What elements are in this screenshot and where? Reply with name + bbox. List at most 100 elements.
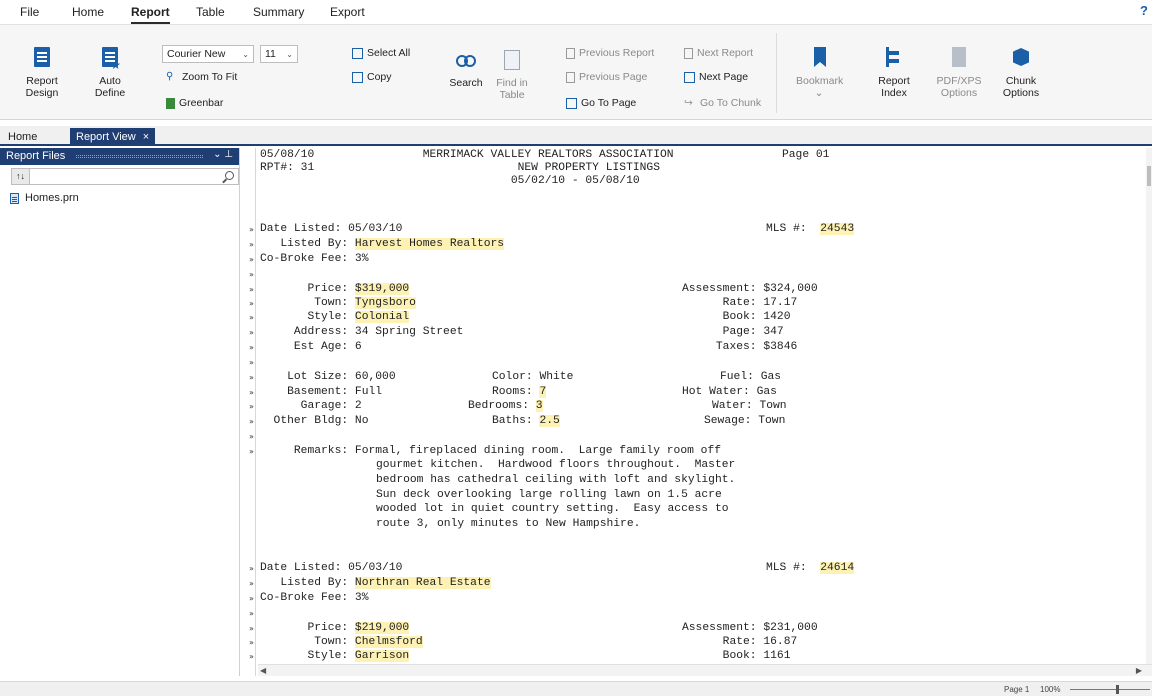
tab-report-view-label: Report View: [76, 131, 136, 143]
sort-button[interactable]: ↑↓: [12, 169, 30, 184]
co-broke-fee-value: 3%: [354, 592, 369, 604]
scroll-left-icon[interactable]: ◀: [260, 666, 266, 675]
report-design-label: Report Design: [25, 75, 59, 99]
listed-by-value: Northran Real Estate: [354, 577, 491, 589]
tab-report-view[interactable]: Report View ×: [70, 128, 156, 146]
price-value: $219,000: [354, 622, 410, 634]
font-name-select[interactable]: Courier New ⌄: [162, 45, 254, 63]
zoom-slider-handle[interactable]: [1116, 685, 1119, 694]
file-search-input[interactable]: ↑↓: [11, 168, 239, 185]
bedrooms-value: 3: [535, 400, 543, 412]
listed-by-value: Harvest Homes Realtors: [354, 238, 505, 250]
address-value: 34 Spring Street: [354, 326, 464, 338]
remarks-line: bedroom has cathedral ceiling with loft …: [376, 474, 736, 486]
line-marker-gutter: » » » » » » » » » » » » » » » » » » » » » » »: [246, 148, 256, 676]
line-marker-icon: »: [249, 299, 254, 308]
menu-summary[interactable]: Summary: [253, 5, 304, 19]
line-marker-icon: »: [249, 388, 254, 397]
copy-button[interactable]: Copy: [352, 71, 392, 83]
style-value: Garrison: [354, 650, 410, 662]
ribbon-separator: [776, 33, 777, 113]
chunk-icon: [1008, 45, 1034, 71]
line-marker-icon: »: [249, 402, 254, 411]
report-design-icon: [29, 45, 55, 71]
menu-export[interactable]: Export: [330, 5, 365, 19]
font-name-value: Courier New: [167, 48, 226, 60]
line-marker-icon: »: [249, 285, 254, 294]
line-marker-icon: »: [249, 270, 254, 279]
menu-home[interactable]: Home: [72, 5, 104, 19]
auto-define-button[interactable]: ★ Auto Define: [90, 45, 130, 99]
previous-report-label: Previous Report: [579, 47, 655, 59]
report-view[interactable]: » » » » » » » » » » » » » » » » » » » » » » » 05/08/10 MERRIMA…: [246, 148, 1146, 676]
search-icon: [225, 171, 234, 180]
remarks-line: route 3, only minutes to New Hampshire.: [376, 518, 641, 530]
previous-page-button[interactable]: Previous Page: [566, 71, 647, 83]
line-marker-icon: »: [249, 652, 254, 661]
report-header-line: 05/08/10 MERRIMACK VALLEY REALTORS ASSOC…: [260, 149, 830, 161]
pdf-icon: [946, 45, 972, 71]
menu-report[interactable]: Report: [131, 5, 170, 24]
find-in-table-button[interactable]: Find in Table: [492, 47, 532, 101]
report-files-header: Report Files ⌄ ⊥: [0, 148, 239, 165]
report-files-panel: Report Files ⌄ ⊥ ↑↓ Homes.prn: [0, 148, 240, 676]
report-index-button[interactable]: Report Index: [874, 45, 914, 99]
line-marker-icon: »: [249, 417, 254, 426]
menu-table[interactable]: Table: [196, 5, 225, 19]
rate-value: 16.87: [763, 636, 798, 648]
next-page-button[interactable]: Next Page: [684, 71, 748, 83]
greenbar-button[interactable]: Greenbar: [166, 97, 223, 109]
next-report-button[interactable]: Next Report: [684, 47, 753, 59]
line-marker-icon: »: [249, 343, 254, 352]
zoom-to-fit-label: Zoom To Fit: [182, 71, 238, 83]
pin-icon[interactable]: ⌄ ⊥: [213, 149, 233, 160]
est-age-value: 6: [354, 341, 362, 353]
remarks-line: wooded lot in quiet country setting. Eas…: [376, 503, 729, 515]
vertical-scrollbar[interactable]: [1146, 148, 1152, 676]
report-files-title: Report Files: [6, 150, 66, 162]
line-marker-icon: »: [249, 373, 254, 382]
file-list-item[interactable]: Homes.prn: [10, 192, 79, 204]
rooms-value: 7: [539, 386, 547, 398]
go-to-chunk-button[interactable]: ↪ Go To Chunk: [684, 97, 761, 109]
ribbon: Report Design ★ Auto Define Courier New ⌄…: [0, 24, 1152, 120]
menu-file[interactable]: File: [20, 5, 39, 19]
horizontal-scrollbar[interactable]: ◀ ▶: [258, 664, 1152, 676]
remarks-line: Sun deck overlooking large rolling lawn …: [376, 489, 722, 501]
search-button[interactable]: Search: [446, 47, 486, 89]
zoom-to-fit-button[interactable]: ⚲ Zoom To Fit: [166, 71, 237, 83]
book-value: 1420: [763, 311, 791, 323]
mls-value: 24614: [820, 562, 855, 574]
close-icon[interactable]: ×: [143, 131, 149, 143]
bookmark-button[interactable]: Bookmark ⌄: [796, 45, 844, 99]
scroll-right-icon[interactable]: ▶: [1136, 666, 1142, 675]
document-tabs: Home Report View ×: [0, 126, 1152, 146]
assessment-value: $231,000: [763, 622, 818, 634]
chevron-down-icon: ⌄: [286, 49, 293, 59]
auto-define-label: Auto Define: [94, 75, 126, 99]
fuel-value: Gas: [760, 371, 782, 383]
bookmark-label: Bookmark: [796, 75, 844, 87]
tab-home[interactable]: Home: [2, 128, 43, 146]
zoom-slider[interactable]: [1070, 689, 1150, 690]
report-index-label: Report Index: [878, 75, 910, 99]
next-report-icon: [684, 47, 693, 59]
sewage-value: Town: [758, 415, 786, 427]
report-design-button[interactable]: Report Design: [22, 45, 62, 99]
rate-value: 17.17: [763, 297, 798, 309]
font-size-select[interactable]: 11 ⌄: [260, 45, 298, 63]
menu-bar: File Home Report Table Summary Export ?: [0, 0, 1152, 24]
town-value: Chelmsford: [354, 636, 423, 648]
pdf-xps-options-button[interactable]: PDF/XPS Options: [936, 45, 982, 99]
remarks-line: Formal, fireplaced dining room. Large fa…: [354, 445, 722, 457]
chunk-options-button[interactable]: Chunk Options: [998, 45, 1044, 99]
select-all-button[interactable]: Select All: [352, 47, 410, 59]
help-button[interactable]: ?: [1140, 3, 1148, 18]
previous-report-button[interactable]: Previous Report: [566, 47, 654, 59]
auto-define-icon: ★: [97, 45, 123, 71]
vertical-scroll-thumb[interactable]: [1147, 166, 1151, 186]
bookmark-icon: [806, 45, 832, 71]
chunk-options-label: Chunk Options: [1002, 75, 1040, 99]
go-to-page-button[interactable]: Go To Page: [566, 97, 636, 109]
copy-icon: [352, 71, 363, 83]
